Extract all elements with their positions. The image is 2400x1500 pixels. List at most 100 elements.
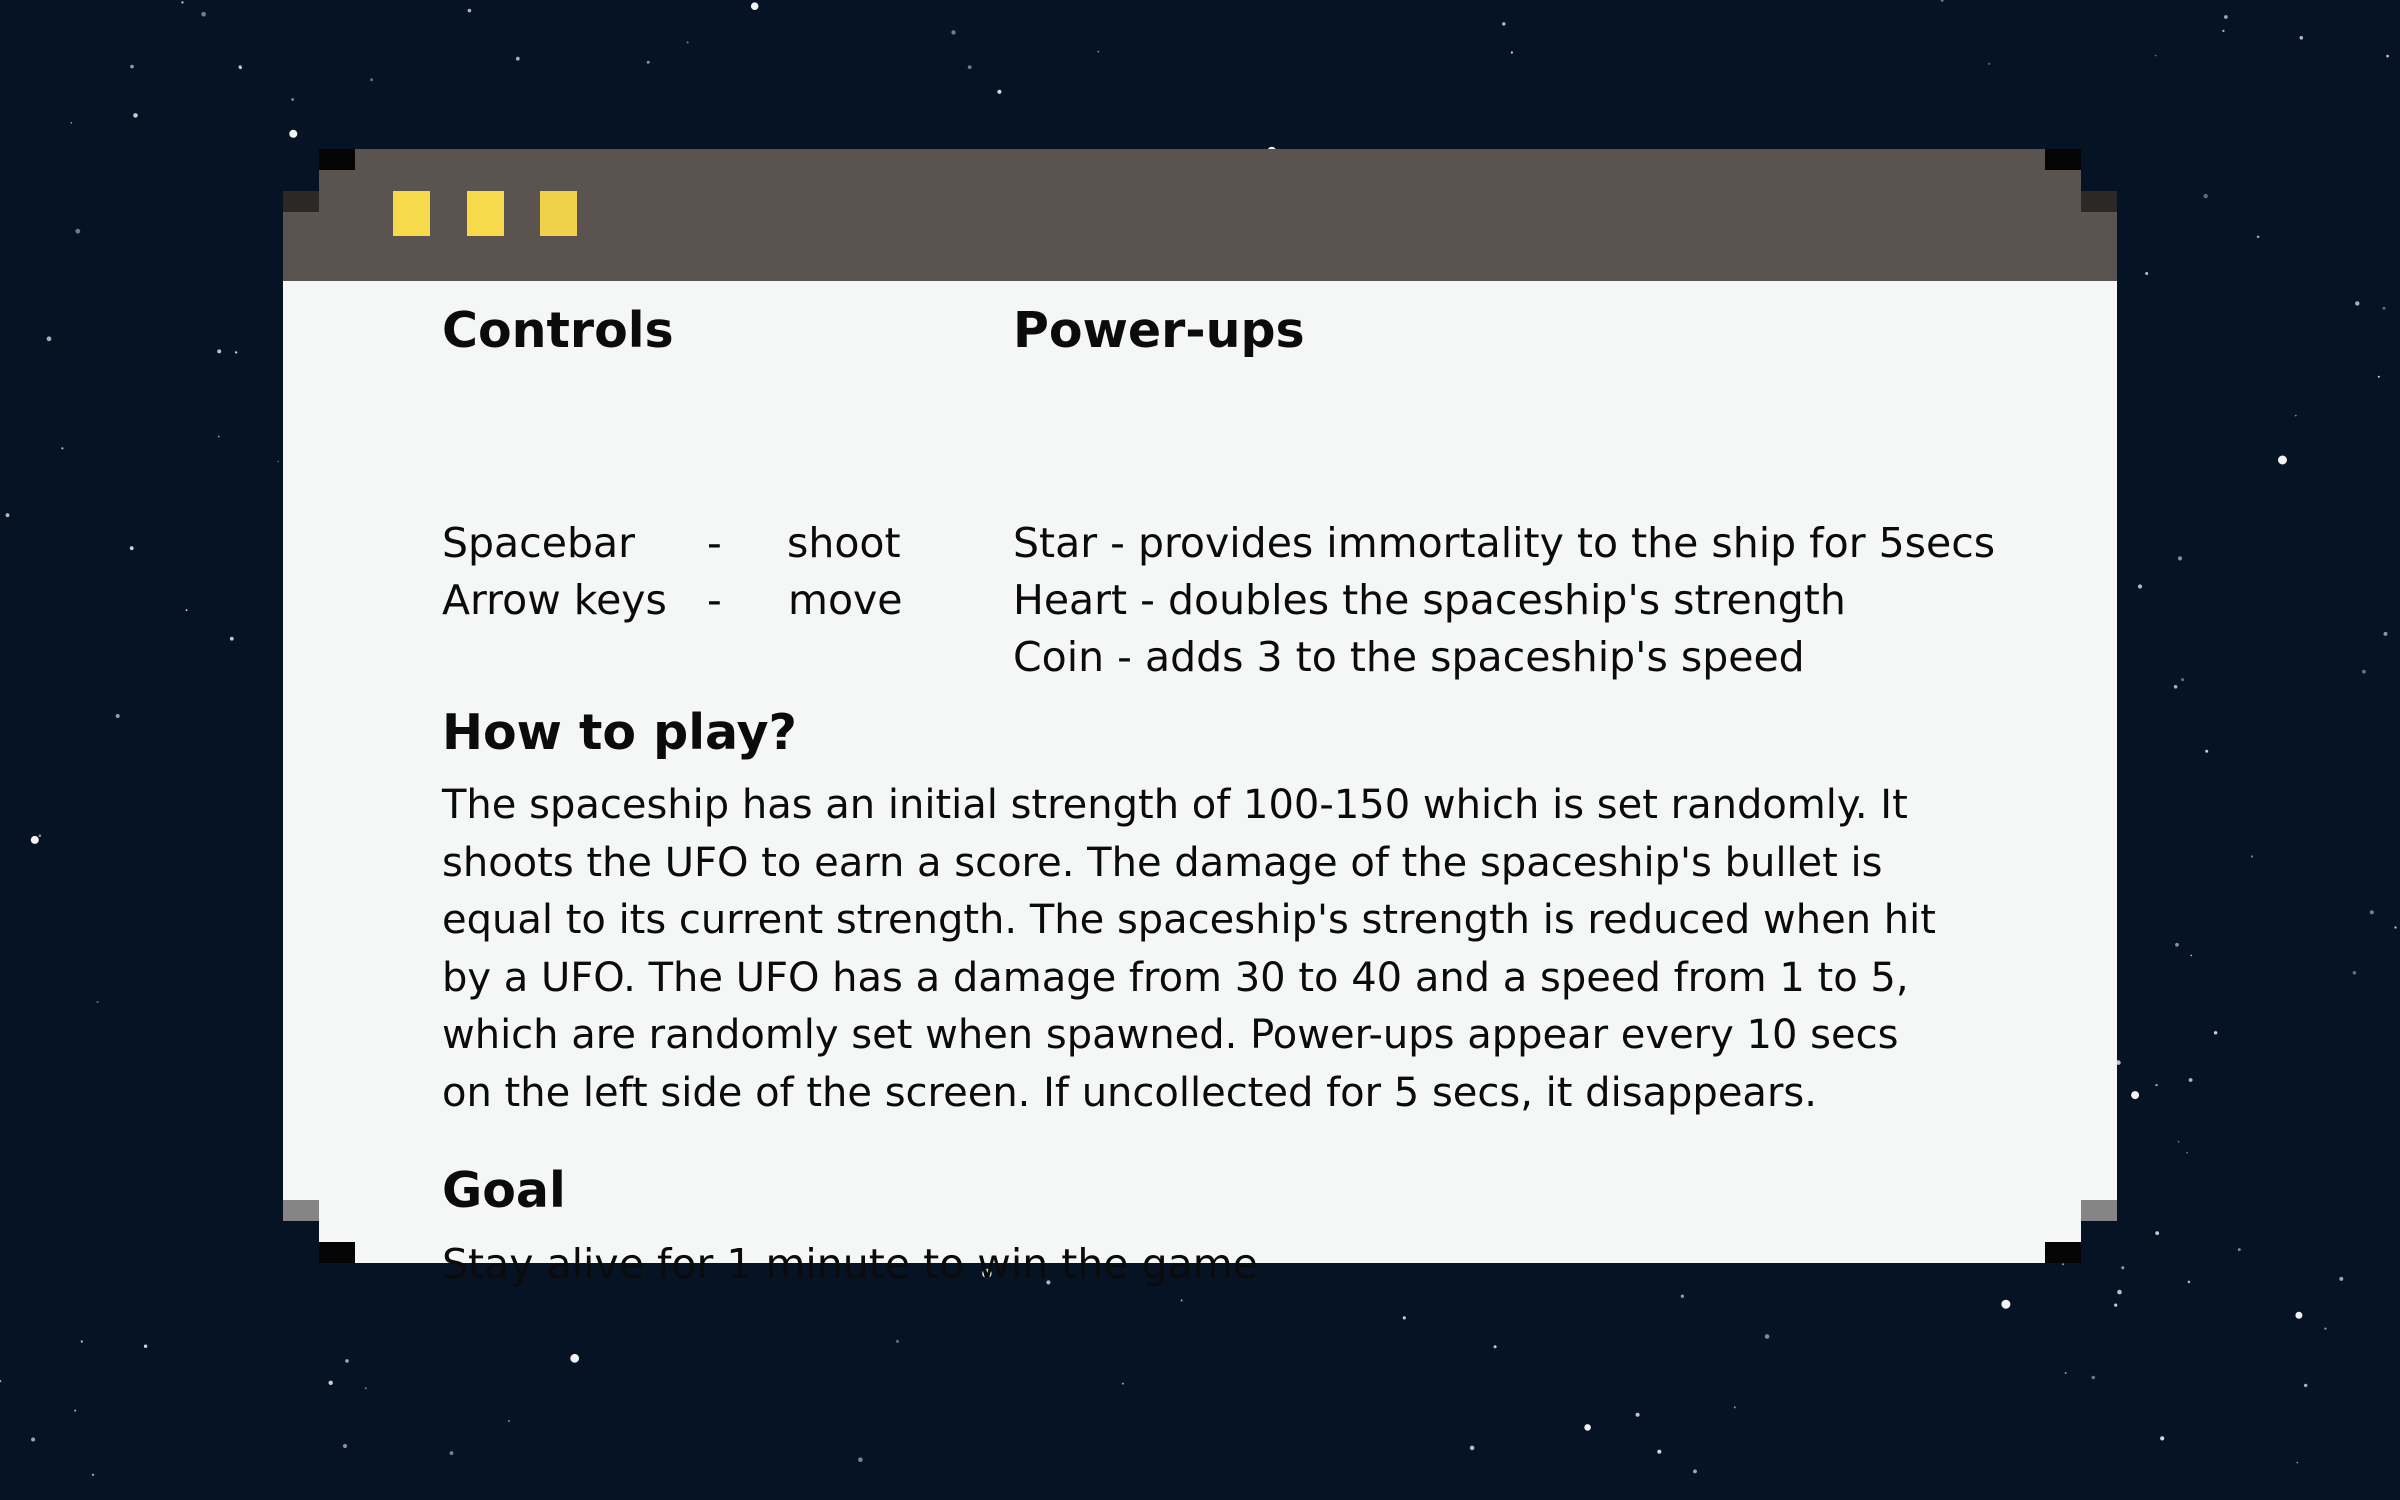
star [2154, 54, 2157, 57]
control-action: move [788, 576, 903, 624]
star [2222, 29, 2225, 33]
control-key: Arrow keys [442, 576, 667, 624]
star [895, 1339, 900, 1343]
corner-pixel [2045, 1242, 2081, 1263]
star [515, 56, 520, 61]
star [646, 60, 650, 64]
star [2186, 1151, 2189, 1154]
star [2386, 54, 2389, 58]
corner-pixel [283, 1200, 319, 1221]
star [46, 336, 52, 342]
star [2155, 1231, 2160, 1235]
star [345, 1359, 349, 1363]
star [2369, 910, 2374, 915]
star [1584, 1424, 1591, 1431]
star [2091, 1375, 2096, 1380]
star [2175, 942, 2179, 947]
star [2355, 301, 2360, 306]
star [185, 609, 188, 612]
star [370, 78, 373, 82]
corner-pixel [283, 191, 319, 212]
powerup-item: Coin - adds 3 to the spaceship's speed [1013, 633, 1805, 681]
star [2237, 1248, 2241, 1252]
star [2062, 1263, 2064, 1266]
corner-pixel [2081, 191, 2117, 212]
star [5, 513, 10, 518]
star [967, 65, 972, 69]
star [1733, 1406, 1736, 1409]
star [951, 30, 956, 35]
star [2177, 1140, 2180, 1143]
star [234, 351, 238, 354]
star [2224, 15, 2228, 19]
star [1121, 1382, 1124, 1385]
controls-heading: Controls [442, 302, 674, 359]
star [2394, 926, 2397, 929]
star [1180, 1299, 1183, 1302]
star [570, 1353, 580, 1363]
star [2377, 375, 2380, 378]
corner-pixel [319, 1242, 355, 1263]
corner-pixel [319, 149, 355, 170]
star [2137, 584, 2143, 589]
star [1502, 22, 1506, 26]
corner-pixel [2081, 1200, 2117, 1221]
star [75, 228, 81, 234]
star [2383, 631, 2388, 636]
corner-notch [283, 149, 319, 191]
control-key: Spacebar [442, 519, 635, 567]
instructions-window: Controls Spacebar - shoot Arrow keys - m… [283, 149, 2117, 1288]
star [201, 11, 206, 17]
star [328, 1380, 333, 1386]
corner-notch [2081, 1221, 2117, 1263]
star [1988, 62, 1991, 65]
star [74, 1409, 77, 1412]
star [70, 122, 73, 124]
star [1764, 1334, 1770, 1339]
star [1097, 50, 1100, 53]
star [238, 65, 242, 69]
star [507, 1419, 510, 1423]
star [2203, 193, 2208, 199]
star [449, 1451, 454, 1455]
window-dot-3 [540, 191, 577, 236]
star [686, 41, 689, 44]
star [31, 1437, 36, 1442]
star [2181, 678, 2185, 682]
how-to-play-heading: How to play? [442, 704, 797, 761]
star [61, 447, 64, 450]
star [2064, 1372, 2067, 1374]
star [2299, 36, 2304, 40]
how-to-play-text: The spaceship has an initial strength of… [442, 782, 1936, 1116]
star [217, 435, 220, 438]
control-action: shoot [787, 519, 901, 567]
star [2117, 1289, 2122, 1295]
star [2114, 1303, 2118, 1307]
star [30, 835, 39, 844]
star [1657, 1449, 1662, 1454]
star [2187, 1280, 2191, 1284]
star [364, 1387, 367, 1390]
window-dot-2 [467, 191, 504, 236]
star [289, 129, 298, 138]
star [2188, 1078, 2193, 1082]
star [229, 636, 234, 641]
star [2145, 272, 2149, 275]
star [1402, 1316, 1406, 1320]
star [997, 89, 1002, 94]
star [1680, 1294, 1685, 1298]
star [2256, 235, 2260, 239]
goal-heading: Goal [442, 1162, 566, 1219]
star [2155, 1083, 2158, 1087]
powerups-heading: Power-ups [1013, 302, 1305, 359]
star [91, 1473, 95, 1477]
window-titlebar [283, 149, 2117, 281]
powerup-item: Star - provides immortality to the ship … [1013, 519, 1996, 567]
star [2295, 1311, 2303, 1319]
star [2190, 954, 2192, 957]
star [2296, 1461, 2299, 1464]
star [1469, 1445, 1475, 1451]
star [80, 1340, 84, 1343]
star [291, 98, 294, 101]
star [1693, 1469, 1697, 1474]
